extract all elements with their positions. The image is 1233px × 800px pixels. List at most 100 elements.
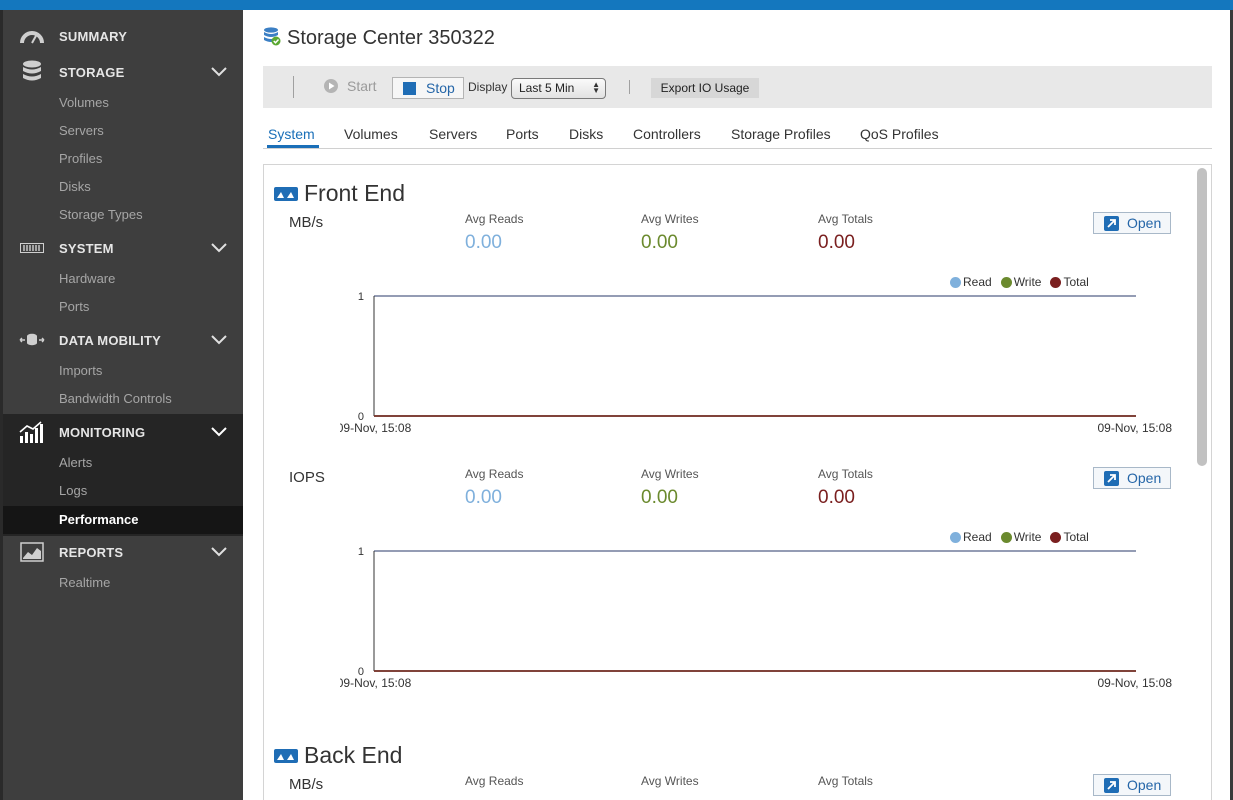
x-tick-label: 09-Nov, 15:08 [1098, 421, 1173, 435]
chevron-down-icon[interactable] [209, 330, 229, 350]
legend-item-write: Write [1000, 275, 1042, 289]
stop-button[interactable]: Stop [392, 77, 464, 99]
sidebar-item-logs[interactable]: Logs [3, 477, 243, 505]
display-range-select[interactable]: Last 5 Min ▲ ▼ [511, 78, 606, 99]
stop-icon [403, 81, 416, 95]
mbs-metric-label: MB/s [289, 214, 324, 231]
active-tab-indicator [267, 145, 319, 148]
toolbar-divider [629, 80, 630, 94]
gauge-icon [19, 23, 45, 49]
sidebar-section-summary[interactable]: SUMMARY [3, 18, 243, 54]
x-tick-label: 09-Nov, 15:08 [1098, 676, 1173, 690]
sidebar-item-volumes[interactable]: Volumes [3, 89, 243, 117]
open-label: Open [1127, 777, 1162, 793]
section-chart-icon [274, 186, 298, 201]
legend-item-read: Read [950, 275, 992, 289]
sidebar-item-bandwidth-controls[interactable]: Bandwidth Controls [3, 385, 243, 413]
sidebar-item-storage-types[interactable]: Storage Types [3, 201, 243, 229]
chart-legend: Read Write Total [950, 530, 1098, 544]
chevron-down-icon[interactable] [209, 542, 229, 562]
back-end-title: Back End [304, 742, 403, 768]
legend-label: Total [1063, 530, 1089, 544]
sidebar-section-system[interactable]: SYSTEM [3, 230, 243, 266]
tab-qos-profiles[interactable]: QoS Profiles [860, 126, 939, 142]
open-label: Open [1127, 470, 1162, 486]
chevron-down-icon[interactable] [209, 238, 229, 258]
open-button[interactable]: Open [1093, 467, 1171, 489]
sidebar-item-alerts[interactable]: Alerts [3, 449, 243, 477]
external-open-icon [1104, 777, 1119, 793]
chevron-down-icon[interactable] [209, 62, 229, 82]
open-button[interactable]: Open [1093, 774, 1171, 796]
y-tick-label: 1 [358, 546, 364, 558]
sidebar-section-label: STORAGE [59, 64, 125, 80]
chart-legend: Read Write Total [950, 275, 1098, 289]
x-tick-label: 09-Nov, 15:08 [340, 676, 412, 690]
front-end-title: Front End [304, 180, 405, 206]
legend-label: Write [1013, 275, 1042, 289]
avg-totals-label: Avg Totals [818, 467, 873, 481]
tab-servers[interactable]: Servers [429, 126, 477, 142]
chevron-down-icon[interactable] [209, 422, 229, 442]
top-accent-bar [0, 0, 1233, 10]
sidebar-section-reports[interactable]: REPORTS [3, 534, 243, 570]
front-end-mbs-chart: 1009-Nov, 15:08 09-Nov, 15:08 [340, 291, 1173, 435]
avg-writes-label: Avg Writes [641, 212, 699, 226]
database-icon [19, 59, 45, 85]
avg-writes-value: 0.00 [641, 232, 678, 253]
back-end-header: Back End [274, 742, 402, 769]
hardware-icon [19, 235, 45, 261]
iops-metric-label: IOPS [289, 469, 325, 486]
toolbar: Start Stop Display Last 5 Min ▲ ▼ Export … [263, 66, 1212, 108]
avg-writes-label: Avg Writes [641, 467, 699, 481]
sidebar-section-label: SUMMARY [59, 28, 128, 44]
avg-reads-label: Avg Reads [465, 467, 524, 481]
avg-writes-label: Avg Writes [641, 774, 699, 788]
avg-totals-label: Avg Totals [818, 774, 873, 788]
tab-system[interactable]: System [268, 126, 315, 142]
tab-volumes[interactable]: Volumes [344, 126, 398, 142]
start-button[interactable]: Start [323, 78, 377, 94]
sidebar-item-disks[interactable]: Disks [3, 173, 243, 201]
start-label: Start [347, 78, 377, 94]
storage-center-icon [263, 26, 281, 51]
data-mobility-icon [19, 327, 45, 353]
tab-bar: System Volumes Servers Ports Disks Contr… [263, 122, 1212, 149]
avg-totals-label: Avg Totals [818, 212, 873, 226]
sidebar: SUMMARY STORAGE Volumes Servers Profiles… [3, 10, 243, 800]
tab-controllers[interactable]: Controllers [633, 126, 701, 142]
line-chart-icon [19, 539, 45, 565]
legend-label: Write [1013, 530, 1042, 544]
display-label: Display [468, 80, 508, 94]
sidebar-item-profiles[interactable]: Profiles [3, 145, 243, 173]
sidebar-section-label: MONITORING [59, 424, 146, 440]
avg-reads-label: Avg Reads [465, 774, 524, 788]
section-chart-icon [274, 748, 298, 763]
avg-reads-value: 0.00 [465, 487, 502, 508]
sidebar-item-imports[interactable]: Imports [3, 357, 243, 385]
legend-label: Total [1063, 275, 1089, 289]
tab-disks[interactable]: Disks [569, 126, 603, 142]
export-io-usage-button[interactable]: Export IO Usage [651, 78, 759, 98]
sidebar-item-ports[interactable]: Ports [3, 293, 243, 321]
open-label: Open [1127, 215, 1162, 231]
y-tick-label: 1 [358, 291, 364, 303]
sidebar-item-performance[interactable]: Performance [3, 506, 243, 534]
performance-panel [263, 164, 1212, 800]
front-end-header: Front End [274, 180, 405, 207]
panel-scrollbar[interactable] [1197, 168, 1207, 466]
sidebar-item-servers[interactable]: Servers [3, 117, 243, 145]
legend-item-total: Total [1050, 530, 1089, 544]
sidebar-item-hardware[interactable]: Hardware [3, 265, 243, 293]
legend-item-write: Write [1000, 530, 1042, 544]
sidebar-section-storage[interactable]: STORAGE [3, 54, 243, 90]
open-button[interactable]: Open [1093, 212, 1171, 234]
sidebar-section-monitoring[interactable]: MONITORING [3, 414, 243, 450]
avg-totals-value: 0.00 [818, 232, 855, 253]
sidebar-section-data-mobility[interactable]: DATA MOBILITY [3, 322, 243, 358]
tab-ports[interactable]: Ports [506, 126, 539, 142]
external-open-icon [1104, 470, 1119, 486]
tab-storage-profiles[interactable]: Storage Profiles [731, 126, 831, 142]
sidebar-item-realtime[interactable]: Realtime [3, 569, 243, 597]
toolbar-divider [293, 76, 294, 98]
